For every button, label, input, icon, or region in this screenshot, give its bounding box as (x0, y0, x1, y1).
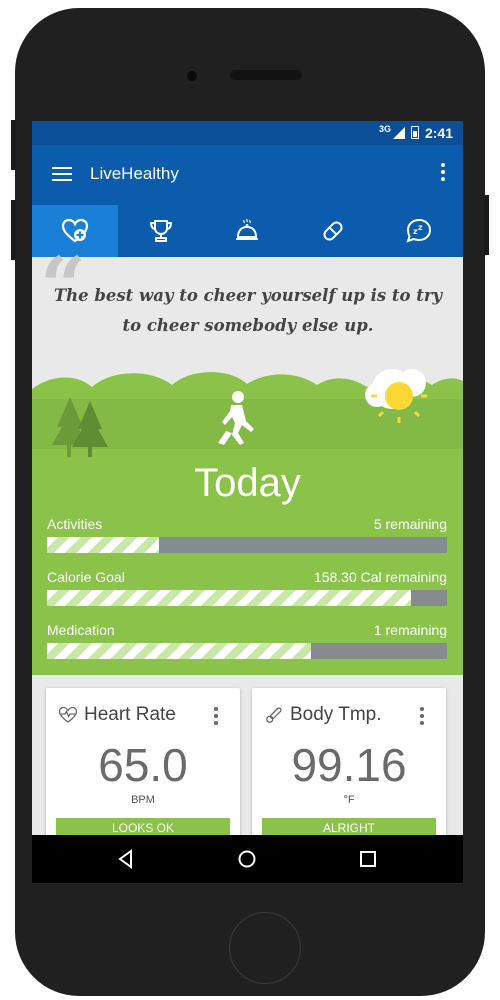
tab-bar: zz (32, 205, 463, 257)
card-unit: °F (343, 794, 355, 806)
back-button[interactable] (106, 843, 146, 875)
app-title: LiveHealthy (90, 164, 179, 183)
recents-button[interactable] (348, 843, 388, 875)
card-value: 99.16 (291, 739, 407, 791)
progress-remaining: 158.30 Cal remaining (313, 569, 447, 585)
progress-bar (47, 643, 447, 659)
quote-section: “ The best way to cheer yourself up is t… (32, 239, 463, 381)
network-label: 3G (378, 124, 391, 134)
tab-food[interactable] (204, 205, 290, 257)
signal-icon (393, 127, 405, 139)
card-header: Body Tmp. (264, 704, 382, 726)
volume-button-down (11, 200, 16, 260)
card-unit: BPM (131, 794, 155, 806)
front-camera (187, 71, 197, 81)
progress-remaining: 1 remaining (373, 622, 447, 638)
system-nav-bar (32, 835, 463, 883)
progress-bar (47, 537, 447, 553)
back-icon (118, 849, 132, 869)
clock: 2:41 (424, 125, 453, 141)
today-title: Today (194, 461, 301, 505)
battery-icon (411, 126, 419, 139)
volume-button (11, 120, 16, 170)
power-button (484, 195, 489, 255)
progress-label: Medication (47, 622, 115, 638)
screen: 3G 2:41 LiveHealthy zz “ The best way to… (32, 121, 463, 881)
home-nav-button[interactable] (227, 843, 267, 875)
card-menu-icon[interactable] (214, 707, 218, 728)
recents-icon (360, 851, 376, 867)
today-panel: Today Activities 5 remaining Calorie Goa… (32, 369, 463, 675)
progress-fill (47, 590, 411, 606)
quote-text: The best way to cheer yourself up is to … (53, 286, 443, 335)
card-menu-icon[interactable] (420, 707, 424, 728)
progress-fill (47, 537, 159, 553)
overflow-menu-icon[interactable] (441, 163, 445, 183)
earpiece-speaker (230, 70, 302, 80)
progress-fill (47, 643, 311, 659)
app-bar: LiveHealthy (32, 145, 463, 205)
progress-remaining: 5 remaining (373, 516, 447, 532)
food-tray-icon (236, 218, 258, 240)
status-bar: 3G 2:41 (32, 121, 463, 145)
progress-label: Calorie Goal (47, 569, 125, 585)
card-title: Heart Rate (84, 704, 176, 725)
card-header: Heart Rate (58, 704, 176, 726)
card-value: 65.0 (98, 739, 188, 791)
heart-rate-card[interactable]: Heart Rate 65.0 BPM LOOKS OK (46, 688, 240, 848)
tab-achievements[interactable] (118, 205, 204, 257)
card-title: Body Tmp. (290, 704, 382, 725)
home-icon (238, 850, 256, 868)
body-temp-card[interactable]: Body Tmp. 99.16 °F ALRIGHT (252, 688, 446, 848)
trophy-icon (149, 220, 173, 242)
home-button[interactable] (229, 912, 301, 984)
heart-pulse-icon (58, 706, 78, 723)
progress-bar (47, 590, 447, 606)
thermometer-icon (266, 707, 282, 723)
svg-text:z: z (418, 223, 423, 232)
tab-medication[interactable] (290, 205, 376, 257)
sleep-icon: zz (406, 218, 432, 243)
progress-label: Activities (47, 516, 103, 532)
menu-icon[interactable] (52, 167, 72, 181)
tab-sleep[interactable]: zz (376, 205, 462, 257)
pill-icon (323, 221, 343, 241)
